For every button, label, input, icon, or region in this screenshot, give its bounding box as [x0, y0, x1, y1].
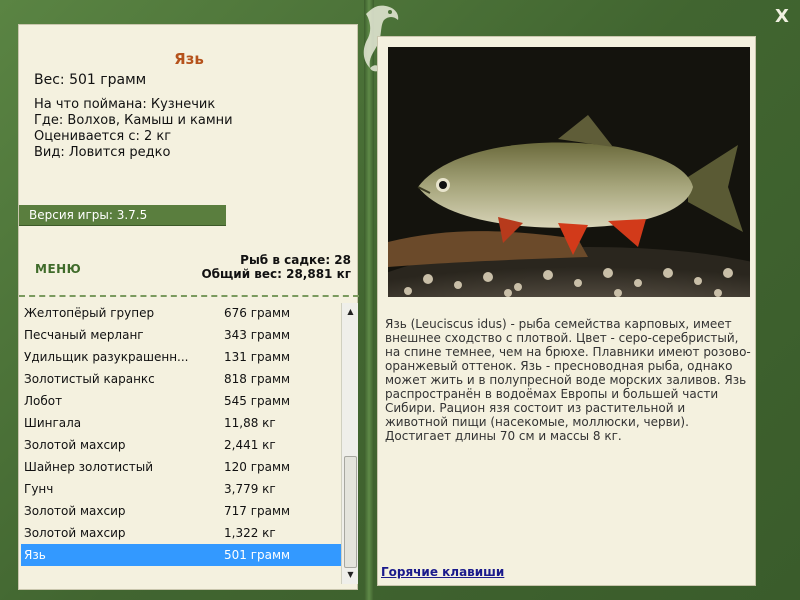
fish-name: Лобот: [24, 394, 63, 408]
fish-weight-value: 2,441 кг: [224, 438, 276, 452]
fish-name: Желтопёрый групер: [24, 306, 155, 320]
fish-name: Золотистый каранкс: [24, 372, 155, 386]
chevron-up-icon[interactable]: ▲: [342, 305, 359, 319]
fish-weight-value: 11,88 кг: [224, 416, 276, 430]
fish-weight-value: 676 грамм: [224, 306, 291, 320]
version-bar: Версия игры: 3.7.5: [19, 205, 226, 226]
fish-name: Язь: [24, 548, 46, 562]
scroll-thumb[interactable]: [344, 456, 357, 568]
fish-weight-value: 717 грамм: [224, 504, 291, 518]
fish-details: На что поймана: Кузнечик Где: Волхов, Ка…: [34, 97, 233, 161]
fish-weight-value: 545 грамм: [224, 394, 291, 408]
rarity: Вид: Ловится редко: [34, 145, 171, 160]
fish-weight-value: 120 грамм: [224, 460, 291, 474]
cage-stats: Рыб в садке: 28 Общий вес: 28,881 кг: [201, 253, 351, 281]
fish-name: Шингала: [24, 416, 82, 430]
catch-list[interactable]: Желтопёрый групер 676 грамм Песчаный мерла…: [21, 302, 341, 582]
fish-weight-value: 131 грамм: [224, 350, 291, 364]
hotkeys-link[interactable]: Горячие клавиши: [381, 565, 504, 579]
fish-name: Песчаный мерланг: [24, 328, 144, 342]
list-item[interactable]: Шайнер золотистый 120 грамм: [21, 456, 341, 478]
fish-weight-value: 343 грамм: [224, 328, 291, 342]
chevron-down-icon[interactable]: ▼: [342, 568, 359, 582]
fish-weight-value: 1,322 кг: [224, 526, 276, 540]
fish-weight-value: 3,779 кг: [224, 482, 276, 496]
list-item[interactable]: Гунч 3,779 кг: [21, 478, 341, 500]
fish-description-panel: Язь (Leuciscus idus) - рыба семейства ка…: [377, 36, 756, 586]
fish-name: Золотой махсир: [24, 526, 126, 540]
fish-weight: Вес: 501 грамм: [34, 72, 147, 88]
fish-weight-value: 501 грамм: [224, 548, 291, 562]
caught-with: На что поймана: Кузнечик: [34, 97, 216, 112]
separator: [19, 295, 359, 297]
list-item[interactable]: Удильщик разукрашенн... 131 грамм: [21, 346, 341, 368]
list-item[interactable]: Лобот 545 грамм: [21, 390, 341, 412]
panel-divider: [364, 0, 374, 600]
caught-where: Где: Волхов, Камыш и камни: [34, 113, 233, 128]
fish-name: Шайнер золотистый: [24, 460, 154, 474]
fish-count: Рыб в садке: 28: [240, 253, 351, 267]
fish-name: Золотой махсир: [24, 438, 126, 452]
fish-name: Гунч: [24, 482, 54, 496]
list-item[interactable]: Золотой махсир 717 грамм: [21, 500, 341, 522]
list-item[interactable]: Шингала 11,88 кг: [21, 412, 341, 434]
list-item[interactable]: Язь 501 грамм: [21, 544, 341, 566]
fish-name: Удильщик разукрашенн...: [24, 350, 189, 364]
list-item[interactable]: Золотой махсир 1,322 кг: [21, 522, 341, 544]
close-button[interactable]: X: [771, 6, 793, 28]
fish-description: Язь (Leuciscus idus) - рыба семейства ка…: [385, 317, 751, 443]
list-item[interactable]: Золотой махсир 2,441 кг: [21, 434, 341, 456]
fish-info-panel: Язь Вес: 501 грамм На что поймана: Кузне…: [18, 24, 359, 590]
fish-photo: [388, 47, 750, 297]
fish-title: Язь: [174, 50, 204, 68]
list-item[interactable]: Песчаный мерланг 343 грамм: [21, 324, 341, 346]
close-icon: X: [775, 6, 789, 27]
list-scrollbar[interactable]: ▲ ▼: [341, 303, 358, 584]
fish-name: Золотой махсир: [24, 504, 126, 518]
rated-from: Оценивается с: 2 кг: [34, 129, 172, 144]
list-item[interactable]: Желтопёрый групер 676 грамм: [21, 302, 341, 324]
list-item[interactable]: Золотистый каранкс 818 грамм: [21, 368, 341, 390]
total-weight: Общий вес: 28,881 кг: [201, 267, 351, 281]
menu-button[interactable]: МЕНЮ: [35, 262, 81, 276]
fish-weight-value: 818 грамм: [224, 372, 291, 386]
